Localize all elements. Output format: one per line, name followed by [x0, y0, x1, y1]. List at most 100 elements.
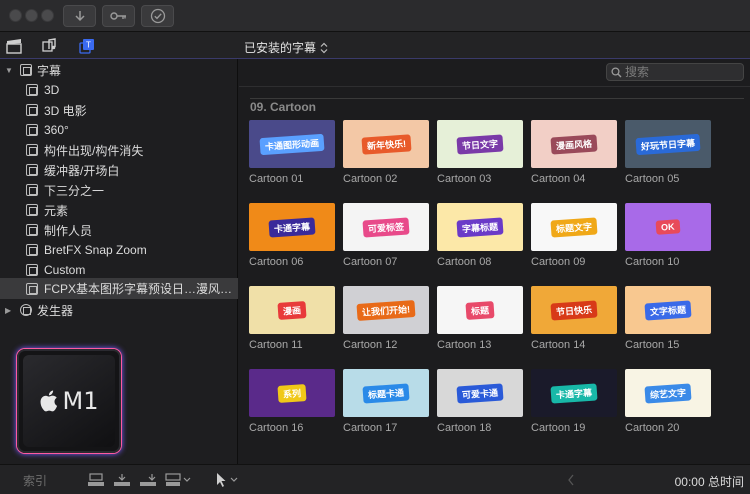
sidebar-item-titles-root[interactable]: ▼ 字幕 [0, 60, 238, 80]
sidebar-item[interactable]: BretFX Snap Zoom [0, 240, 238, 260]
title-item-label: Cartoon 13 [437, 339, 492, 351]
thumbnail-title-graphic: 字幕标题 [456, 216, 504, 238]
search-field[interactable] [606, 63, 744, 81]
bottom-toolbar: 索引 00:00 总时间 [0, 464, 750, 494]
title-item[interactable]: 可爱卡通 Cartoon 18 [437, 369, 523, 434]
browser-tabbar: T 已安装的字幕 [0, 32, 750, 59]
title-item-label: Cartoon 08 [437, 256, 492, 268]
sidebar-item-selected[interactable]: FCPX基本图形字幕预设日…漫风格卡通 [0, 278, 238, 299]
zoom-window-button[interactable] [41, 9, 54, 22]
title-item[interactable]: 标题卡通 Cartoon 17 [343, 369, 429, 434]
overwrite-clip-button[interactable] [164, 472, 194, 488]
category-icon [26, 164, 38, 176]
title-item-label: Cartoon 14 [531, 339, 586, 351]
pointer-arrow-icon [217, 473, 238, 487]
title-item[interactable]: 文字标题 Cartoon 15 [625, 286, 711, 351]
titles-folder-icon [20, 64, 32, 76]
background-tasks-button[interactable] [141, 5, 174, 27]
title-thumbnail[interactable]: 节日快乐 [531, 286, 617, 334]
keyword-button[interactable] [102, 5, 135, 27]
title-thumbnail[interactable]: 漫画 [249, 286, 335, 334]
minimize-window-button[interactable] [25, 9, 38, 22]
category-title-popup[interactable]: 已安装的字幕 [244, 39, 328, 56]
search-input[interactable] [625, 65, 725, 79]
title-thumbnail[interactable]: 漫画风格 [531, 120, 617, 168]
title-item[interactable]: 新年快乐! Cartoon 02 [343, 120, 429, 185]
title-thumbnail[interactable]: 可爱标签 [343, 203, 429, 251]
chevron-left-icon[interactable] [560, 472, 582, 488]
sidebar-item[interactable]: 构件出现/构件消失 [0, 140, 238, 160]
title-thumbnail[interactable]: 卡通图形动画 [249, 120, 335, 168]
sidebar-item[interactable]: 360° [0, 120, 238, 140]
title-item[interactable]: 综艺文字 Cartoon 20 [625, 369, 711, 434]
title-item[interactable]: 卡通图形动画 Cartoon 01 [249, 120, 335, 185]
sidebar-item-label: 缓冲器/开场白 [44, 163, 120, 178]
title-item[interactable]: 让我们开始! Cartoon 12 [343, 286, 429, 351]
category-icon [26, 104, 38, 116]
title-thumbnail[interactable]: 节日文字 [437, 120, 523, 168]
title-item[interactable]: 漫画风格 Cartoon 04 [531, 120, 617, 185]
title-thumbnail[interactable]: 卡通字幕 [249, 203, 335, 251]
title-thumbnail[interactable]: 系列 [249, 369, 335, 417]
category-icon [26, 124, 38, 136]
index-button[interactable]: 索引 [0, 465, 70, 494]
title-thumbnail[interactable]: 字幕标题 [437, 203, 523, 251]
title-item[interactable]: 节日文字 Cartoon 03 [437, 120, 523, 185]
title-item-label: Cartoon 10 [625, 256, 680, 268]
title-item[interactable]: 字幕标题 Cartoon 08 [437, 203, 523, 268]
title-item-label: Cartoon 17 [343, 422, 398, 434]
key-icon [109, 12, 126, 20]
insert-clip-button[interactable] [111, 472, 133, 488]
apple-logo-icon [40, 390, 57, 412]
import-button[interactable] [63, 5, 96, 27]
sidebar-item[interactable]: 制作人员 [0, 220, 238, 240]
sidebar-item-generators[interactable]: ▶ 发生器 [0, 300, 238, 320]
select-tool-button[interactable] [212, 472, 242, 488]
thumbnail-title-graphic: 标题文字 [550, 216, 598, 238]
clapperboard-icon [6, 39, 22, 54]
title-item[interactable]: 可爱标签 Cartoon 07 [343, 203, 429, 268]
titles-generators-tab[interactable]: T [77, 36, 97, 56]
title-thumbnail[interactable]: OK [625, 203, 711, 251]
sidebar-item[interactable]: 元素 [0, 200, 238, 220]
title-thumbnail[interactable]: 新年快乐! [343, 120, 429, 168]
close-window-button[interactable] [9, 9, 22, 22]
connect-clip-button[interactable] [85, 472, 107, 488]
disclosure-down-icon[interactable]: ▼ [5, 66, 13, 75]
title-thumbnail[interactable]: 好玩节日字幕 [625, 120, 711, 168]
sidebar-item[interactable]: 3D 电影 [0, 100, 238, 120]
sidebar-item[interactable]: 下三分之一 [0, 180, 238, 200]
title-item[interactable]: 漫画 Cartoon 11 [249, 286, 335, 351]
libraries-tab[interactable] [4, 36, 24, 56]
thumbnail-title-graphic: 节日快乐 [550, 299, 598, 321]
title-item[interactable]: 好玩节日字幕 Cartoon 05 [625, 120, 711, 185]
title-thumbnail[interactable]: 卡通字幕 [531, 369, 617, 417]
append-clip-button[interactable] [137, 472, 159, 488]
title-item[interactable]: 标题 Cartoon 13 [437, 286, 523, 351]
title-thumbnail[interactable]: 让我们开始! [343, 286, 429, 334]
title-thumbnail[interactable]: 可爱卡通 [437, 369, 523, 417]
title-thumbnail[interactable]: 标题文字 [531, 203, 617, 251]
title-item[interactable]: 系列 Cartoon 16 [249, 369, 335, 434]
title-item-label: Cartoon 02 [343, 173, 398, 185]
title-item[interactable]: 卡通字幕 Cartoon 06 [249, 203, 335, 268]
title-item[interactable]: OK Cartoon 10 [625, 203, 711, 268]
title-thumbnail[interactable]: 标题 [437, 286, 523, 334]
disclosure-right-icon[interactable]: ▶ [5, 306, 11, 315]
chip-label: M1 [62, 387, 99, 415]
title-thumbnail[interactable]: 综艺文字 [625, 369, 711, 417]
title-thumbnail[interactable]: 标题卡通 [343, 369, 429, 417]
sidebar-item[interactable]: 3D [0, 80, 238, 100]
sidebar-item[interactable]: 缓冲器/开场白 [0, 160, 238, 180]
sidebar-item-label: 下三分之一 [44, 183, 105, 198]
title-item[interactable]: 卡通字幕 Cartoon 19 [531, 369, 617, 434]
title-item[interactable]: 标题文字 Cartoon 09 [531, 203, 617, 268]
photos-audio-tab[interactable] [39, 36, 59, 56]
title-thumbnail[interactable]: 文字标题 [625, 286, 711, 334]
music-photo-icon [42, 38, 56, 52]
title-item-label: Cartoon 06 [249, 256, 304, 268]
title-item[interactable]: 节日快乐 Cartoon 14 [531, 286, 617, 351]
sidebar-item-label: 360° [44, 123, 69, 137]
sidebar-item[interactable]: Custom [0, 260, 238, 280]
thumbnail-title-graphic: 综艺文字 [644, 382, 692, 404]
